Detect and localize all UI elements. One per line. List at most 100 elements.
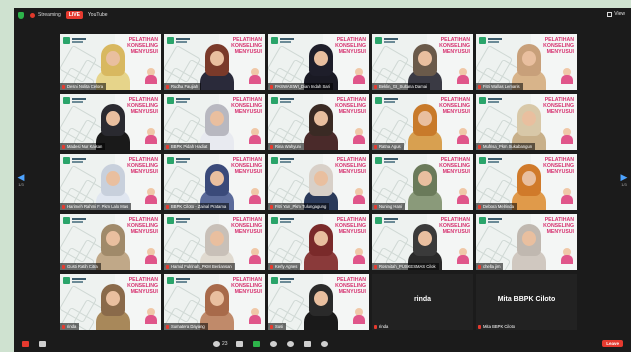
- ministry-logo-icon: [63, 157, 87, 165]
- participant-tile[interactable]: PELATIHAN KONSELING MENYUSUI Susi: [268, 274, 369, 330]
- participant-tile[interactable]: PELATIHAN KONSELING MENYUSUI Beklin_GI_Su…: [372, 34, 473, 90]
- microphone-muted-icon: [374, 324, 377, 329]
- participant-tile[interactable]: PELATIHAN KONSELING MENYUSUI Fitri Wallas…: [476, 34, 577, 90]
- ministry-logo-icon: [167, 277, 191, 285]
- participant-tile[interactable]: PELATIHAN KONSELING MENYUSUI Madesi Nur K…: [60, 94, 161, 150]
- view-button[interactable]: View: [607, 11, 625, 17]
- participant-name: Rudha Faujiah: [171, 84, 199, 89]
- participant-tile[interactable]: Mita BBPK Ciloto Mita BBPK Ciloto: [476, 274, 577, 330]
- participant-tile[interactable]: PELATIHAN KONSELING MENYUSUI Rudha Faujia…: [164, 34, 265, 90]
- ministry-logo-icon: [479, 157, 503, 165]
- chat-button[interactable]: [235, 341, 245, 347]
- participant-tile[interactable]: PELATIHAN KONSELING MENYUSUI Gusti Ratih …: [60, 214, 161, 270]
- participant-tile[interactable]: PELATIHAN KONSELING MENYUSUI rinda: [60, 274, 161, 330]
- participants-button[interactable]: 23: [213, 341, 228, 347]
- ministry-logo-icon: [479, 37, 503, 45]
- participant-tile[interactable]: PELATIHAN KONSELING MENYUSUI BBPK Ciloto …: [164, 154, 265, 210]
- participant-name: Nuning Hani: [379, 204, 403, 209]
- participant-name: rinda: [379, 324, 389, 329]
- microphone-muted-icon: [62, 204, 65, 209]
- participant-name: Desni Nolita Celora: [67, 84, 104, 89]
- participant-video: [512, 164, 546, 210]
- participant-tile[interactable]: PELATIHAN KONSELING MENYUSUI PASWASIWI_Di…: [268, 34, 369, 90]
- unmute-button[interactable]: [22, 341, 31, 347]
- microphone-muted-icon: [166, 84, 169, 89]
- participant-video: [408, 164, 442, 210]
- breastfeeding-mother-illustration: [249, 68, 261, 84]
- share-screen-button[interactable]: [252, 341, 262, 347]
- microphone-muted-icon: [374, 84, 377, 89]
- youtube-label[interactable]: YouTube: [88, 12, 108, 18]
- apps-button[interactable]: [303, 341, 313, 347]
- breastfeeding-mother-illustration: [145, 248, 157, 264]
- ministry-logo-icon: [167, 217, 191, 225]
- breastfeeding-mother-illustration: [457, 128, 469, 144]
- breastfeeding-mother-illustration: [353, 68, 365, 84]
- microphone-muted-icon: [62, 84, 65, 89]
- participant-name: Susi: [275, 324, 284, 329]
- participant-tile[interactable]: PELATIHAN KONSELING MENYUSUI Rina Wahyuni: [268, 94, 369, 150]
- share-screen-icon: [252, 341, 260, 347]
- participant-video: [96, 224, 130, 270]
- breastfeeding-mother-illustration: [249, 308, 261, 324]
- participant-video: [200, 44, 234, 90]
- arrow-right-icon: ▶: [620, 172, 628, 182]
- participant-tile[interactable]: PELATIHAN KONSELING MENYUSUI Rosmitah_PUS…: [372, 214, 473, 270]
- recording-label: Streaming: [38, 12, 61, 18]
- participant-tile[interactable]: PELATIHAN KONSELING MENYUSUI chella jim: [476, 214, 577, 270]
- participant-tile[interactable]: PELATIHAN KONSELING MENYUSUI BBPK Pidah H…: [164, 94, 265, 150]
- page-indicator-right: 1/3: [621, 182, 627, 187]
- participant-name: Ratna Agus: [379, 144, 401, 149]
- participant-tile[interactable]: PELATIHAN KONSELING MENYUSUI Kerly Agnes: [268, 214, 369, 270]
- participant-name: Gusti Ratih Citra: [67, 264, 98, 269]
- microphone-muted-icon: [166, 204, 169, 209]
- participant-name-bar: Desni Nolita Celora: [60, 83, 107, 90]
- microphone-muted-icon: [166, 144, 169, 149]
- participant-name-bar: chella jim: [476, 263, 504, 270]
- breastfeeding-mother-illustration: [353, 308, 365, 324]
- participant-tile[interactable]: PELATIHAN KONSELING MENYUSUI Mufrisa_Pkm …: [476, 94, 577, 150]
- participant-tile[interactable]: PELATIHAN KONSELING MENYUSUI Debora Melri…: [476, 154, 577, 210]
- participant-name-bar: Rudha Faujiah: [164, 83, 202, 90]
- next-page-button[interactable]: ▶ 1/3: [619, 172, 629, 188]
- breastfeeding-mother-illustration: [145, 128, 157, 144]
- record-button[interactable]: [269, 341, 279, 347]
- participant-tile[interactable]: PELATIHAN KONSELING MENYUSUI Nuning Hani: [372, 154, 473, 210]
- breastfeeding-mother-illustration: [145, 188, 157, 204]
- participant-video: [304, 104, 338, 150]
- reactions-button[interactable]: [286, 341, 296, 347]
- participant-name: BBPK Ciloto - Zainal Pratama: [171, 204, 227, 209]
- participant-tile[interactable]: PELATIHAN KONSELING MENYUSUI Sumatera Day…: [164, 274, 265, 330]
- participant-tile[interactable]: rinda rinda: [372, 274, 473, 330]
- participant-name-bar: Susi: [268, 323, 287, 330]
- participant-name: Hamid Fulrinah_PKM Benlansan: [171, 264, 232, 269]
- participant-tile[interactable]: PELATIHAN KONSELING MENYUSUI Harimeh Rahm…: [60, 154, 161, 210]
- participant-name-bar: Hamid Fulrinah_PKM Benlansan: [164, 263, 235, 270]
- apps-icon: [303, 341, 311, 347]
- participant-tile[interactable]: PELATIHAN KONSELING MENYUSUI Hamid Fulrin…: [164, 214, 265, 270]
- breastfeeding-mother-illustration: [145, 308, 157, 324]
- participant-name: PASWASIWI_Dian Indah Sari: [275, 84, 330, 89]
- grid-view-icon: [607, 11, 613, 17]
- leave-button[interactable]: Leave: [602, 340, 623, 347]
- ministry-logo-icon: [167, 97, 191, 105]
- breastfeeding-mother-illustration: [249, 128, 261, 144]
- video-button[interactable]: [39, 341, 48, 347]
- microphone-muted-icon: [374, 144, 377, 149]
- participant-tile[interactable]: PELATIHAN KONSELING MENYUSUI Ratna Agus: [372, 94, 473, 150]
- participant-tile[interactable]: PELATIHAN KONSELING MENYUSUI Desni Nolita…: [60, 34, 161, 90]
- video-camera-icon: [39, 341, 46, 347]
- participant-name-bar: Nuning Hani: [372, 203, 406, 210]
- participant-name-bar: Sumatera Dayang: [164, 323, 208, 330]
- participant-tile[interactable]: PELATIHAN KONSELING MENYUSUI Fitri Yan_Pk…: [268, 154, 369, 210]
- view-label: View: [614, 11, 625, 17]
- outer-frame-top: [0, 0, 631, 8]
- more-button[interactable]: [320, 341, 330, 347]
- previous-page-button[interactable]: ◀ 1/3: [16, 173, 26, 188]
- security-shield-icon[interactable]: [18, 11, 24, 19]
- breastfeeding-mother-illustration: [457, 188, 469, 204]
- ministry-logo-icon: [271, 157, 295, 165]
- live-badge[interactable]: LIVE: [65, 11, 83, 19]
- microphone-muted-icon: [270, 144, 273, 149]
- microphone-muted-icon: [374, 204, 377, 209]
